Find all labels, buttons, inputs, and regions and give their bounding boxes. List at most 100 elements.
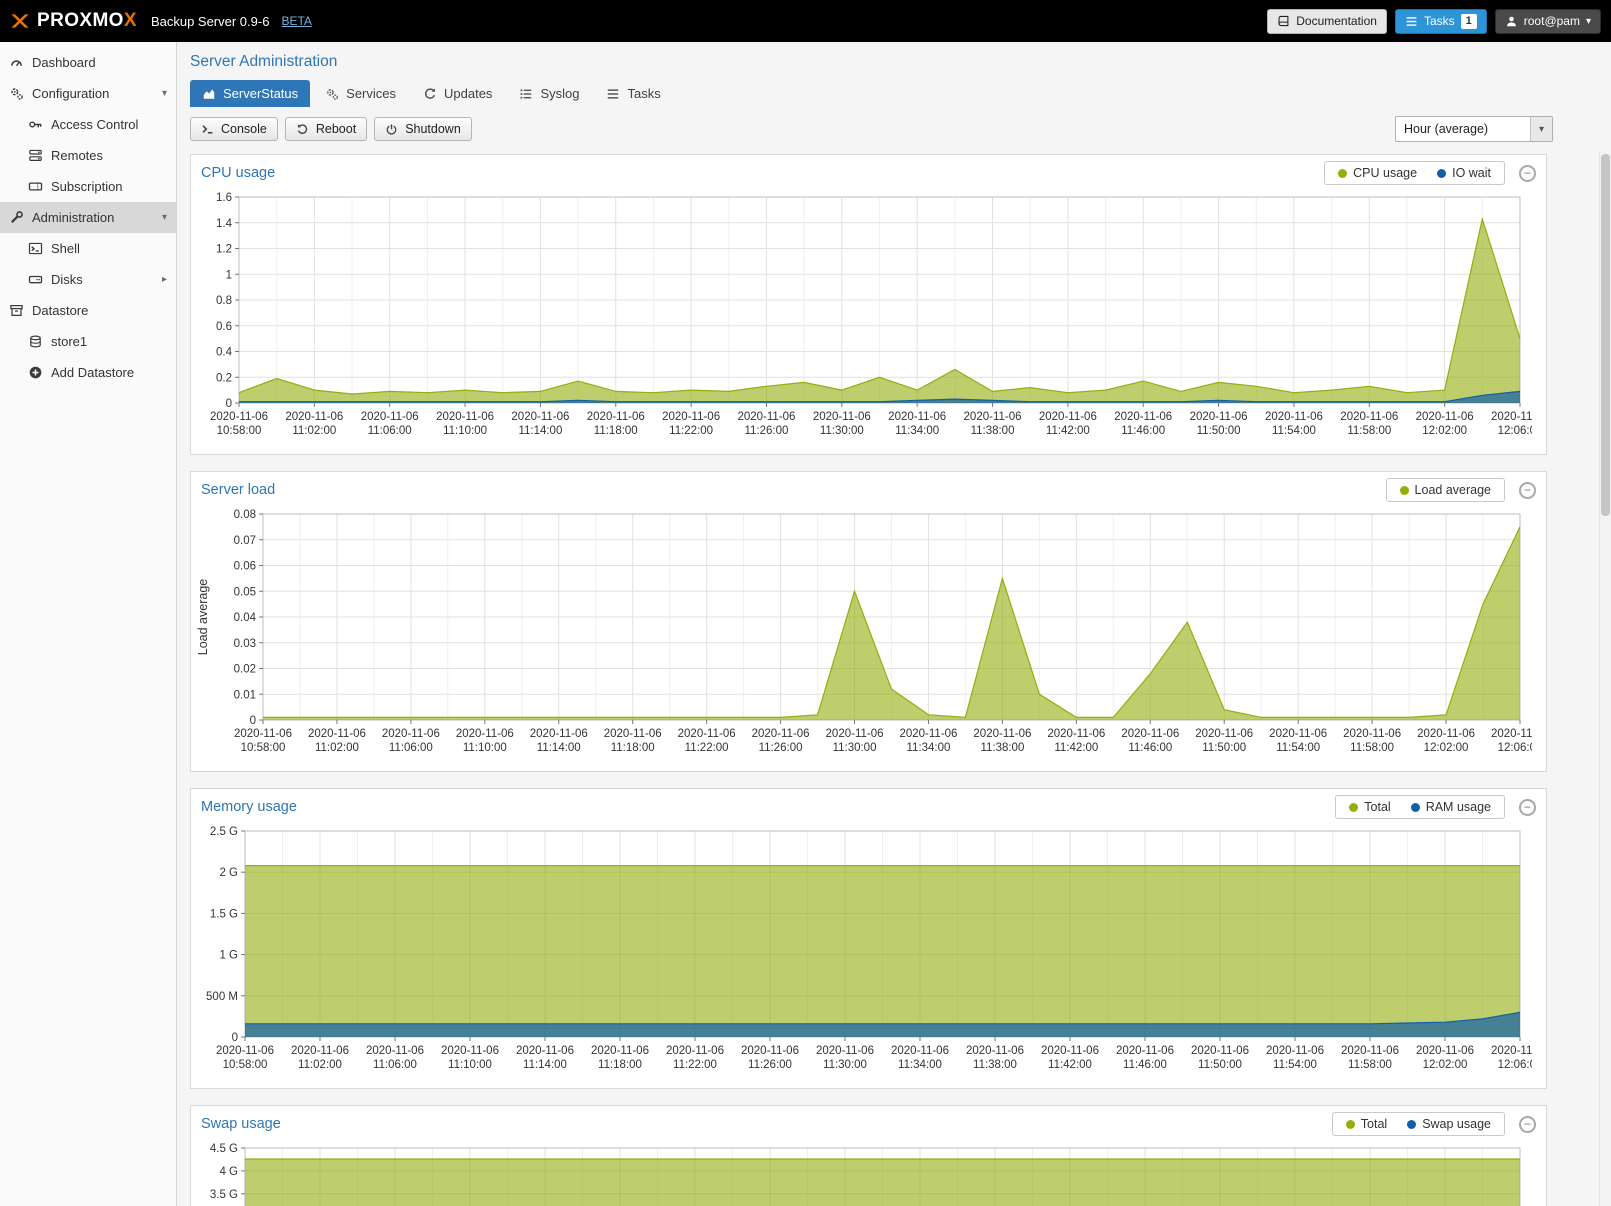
legend-item-total[interactable]: Total [1346,1117,1387,1131]
svg-text:11:14:00: 11:14:00 [537,742,581,754]
svg-text:0.02: 0.02 [234,664,256,676]
logo-wordmark: PROXMOX [37,10,137,32]
sidebar-item-remotes[interactable]: Remotes [0,140,176,171]
button-label: Shutdown [405,122,461,136]
svg-text:2020-11-06: 2020-11-06 [1121,728,1179,740]
svg-text:11:26:00: 11:26:00 [759,742,803,754]
svg-text:10:58:00: 10:58:00 [217,425,262,437]
tab-syslog[interactable]: Syslog [507,80,591,107]
svg-text:4 G: 4 G [219,1166,238,1178]
collapse-panel-button[interactable]: − [1519,482,1536,499]
svg-text:2020-11-06: 2020-11-06 [678,728,736,740]
time-range-value: Hour (average) [1396,117,1530,141]
caret-right-icon[interactable]: ▸ [162,274,167,285]
svg-text:2020-11-06: 2020-11-06 [1343,728,1401,740]
svg-text:11:30:00: 11:30:00 [820,425,864,437]
svg-text:2020-11-06: 2020-11-06 [1266,1045,1324,1057]
shutdown-button[interactable]: Shutdown [374,117,472,141]
combo-dropdown-trigger[interactable]: ▾ [1530,117,1552,141]
legend-item-swap-usage[interactable]: Swap usage [1407,1117,1491,1131]
sidebar-item-configuration[interactable]: Configuration▾ [0,78,176,109]
legend-dot [1400,486,1409,495]
svg-text:11:06:00: 11:06:00 [373,1059,417,1071]
user-menu-button[interactable]: root@pam ▾ [1495,9,1601,34]
svg-text:12:02:00: 12:02:00 [1422,425,1467,437]
chart-plot-swap-usage: 0500 M1 G1.5 G2 G2.5 G3 G3.5 G4 G4.5 G20… [191,1140,1532,1206]
svg-text:11:02:00: 11:02:00 [292,425,336,437]
svg-text:2020-11-06: 2020-11-06 [285,411,343,423]
chart-title: CPU usage [201,165,1324,181]
sidebar-item-store1[interactable]: store1 [0,326,176,357]
gears-icon [9,86,24,101]
svg-text:2020-11-06: 2020-11-06 [511,411,569,423]
legend-item-cpu-usage[interactable]: CPU usage [1338,166,1417,180]
console-button[interactable]: Console [190,117,278,141]
legend-item-total[interactable]: Total [1349,800,1390,814]
sidebar-item-add-datastore[interactable]: Add Datastore [0,357,176,388]
sidebar-nav: DashboardConfiguration▾Access ControlRem… [0,42,177,1206]
collapse-panel-button[interactable]: − [1519,1116,1536,1133]
svg-text:1.4: 1.4 [216,218,233,230]
tasks-button[interactable]: Tasks 1 [1395,9,1487,34]
svg-text:0.2: 0.2 [216,372,232,384]
power-icon [385,123,398,136]
tab-serverstatus[interactable]: ServerStatus [190,80,310,107]
list-icon [606,87,620,101]
legend-item-io-wait[interactable]: IO wait [1437,166,1491,180]
list-bullets-icon [519,87,533,101]
svg-text:0.03: 0.03 [234,638,256,650]
svg-text:2020-11-06: 2020-11-06 [382,728,440,740]
sidebar-item-subscription[interactable]: Subscription [0,171,176,202]
svg-text:2020-11-06: 2020-11-06 [291,1045,349,1057]
tab-label: Syslog [540,86,579,101]
svg-text:11:18:00: 11:18:00 [611,742,655,754]
sidebar-item-access-control[interactable]: Access Control [0,109,176,140]
reboot-button[interactable]: Reboot [285,117,367,141]
tab-updates[interactable]: Updates [411,80,504,107]
svg-text:2020-11-06: 2020-11-06 [1491,411,1532,423]
collapse-panel-button[interactable]: − [1519,165,1536,182]
svg-text:11:34:00: 11:34:00 [907,742,951,754]
svg-text:500 M: 500 M [206,991,238,1003]
svg-text:2020-11-06: 2020-11-06 [210,411,268,423]
chart-panel-server-load: Server loadLoad average−00.010.020.030.0… [190,471,1547,772]
svg-text:2020-11-06: 2020-11-06 [456,728,514,740]
svg-text:2.5 G: 2.5 G [210,826,238,838]
sidebar-item-administration[interactable]: Administration▾ [0,202,176,233]
tab-tasks[interactable]: Tasks [594,80,672,107]
scrollbar-thumb[interactable] [1601,154,1610,516]
svg-text:11:30:00: 11:30:00 [823,1059,867,1071]
tab-services[interactable]: Services [313,80,408,107]
svg-text:2020-11-06: 2020-11-06 [587,411,645,423]
svg-text:11:22:00: 11:22:00 [685,742,729,754]
documentation-button[interactable]: Documentation [1267,9,1387,34]
legend-label: CPU usage [1353,166,1417,180]
svg-text:2020-11-06: 2020-11-06 [737,411,795,423]
caret-down-icon[interactable]: ▾ [162,212,167,223]
tasks-badge: 1 [1461,14,1477,29]
sidebar-item-shell[interactable]: Shell [0,233,176,264]
sidebar-item-dashboard[interactable]: Dashboard [0,47,176,78]
svg-text:2020-11-06: 2020-11-06 [591,1045,649,1057]
svg-text:2020-11-06: 2020-11-06 [666,1045,724,1057]
legend-item-load-average[interactable]: Load average [1400,483,1491,497]
svg-text:11:06:00: 11:06:00 [368,425,412,437]
legend-item-ram-usage[interactable]: RAM usage [1411,800,1491,814]
proxmox-logo: PROXMOX [10,10,137,32]
vertical-scrollbar[interactable] [1599,152,1611,1206]
sidebar-item-label: Shell [51,241,80,256]
user-icon [1505,15,1518,28]
svg-text:2020-11-06: 2020-11-06 [899,728,957,740]
sidebar-item-datastore[interactable]: Datastore [0,295,176,326]
chart-legend: Total RAM usage [1335,795,1505,819]
svg-text:2020-11-06: 2020-11-06 [966,1045,1024,1057]
chart-plot-cpu-usage: 00.20.40.60.811.21.41.62020-11-0610:58:0… [191,189,1532,451]
toolbar: Console Reboot Shutdown Hour (average) ▾ [177,107,1611,151]
legend-label: Total [1364,800,1390,814]
caret-down-icon[interactable]: ▾ [162,88,167,99]
legend-dot [1346,1120,1355,1129]
beta-link[interactable]: BETA [281,14,311,28]
collapse-panel-button[interactable]: − [1519,799,1536,816]
time-range-select[interactable]: Hour (average) ▾ [1395,116,1553,142]
sidebar-item-disks[interactable]: Disks▸ [0,264,176,295]
